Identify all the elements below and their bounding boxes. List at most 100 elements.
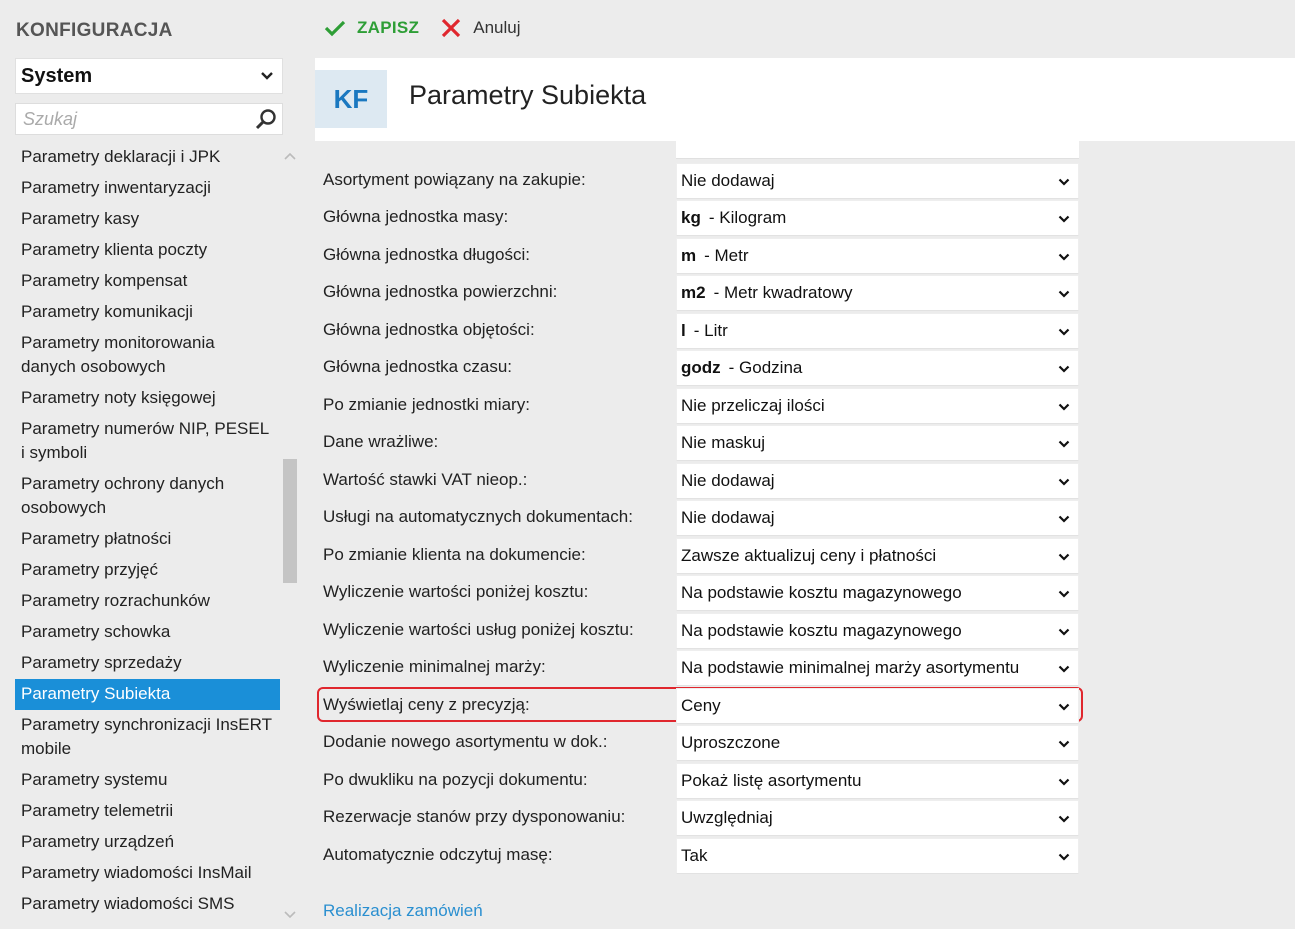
- sidebar-item[interactable]: Parametry wiadomości InsMail: [15, 858, 280, 889]
- chevron-down-icon: [1058, 178, 1070, 186]
- form-row-dropdown[interactable]: Pokaż listę asortymentu: [676, 763, 1079, 799]
- chevron-down-icon: [1058, 553, 1070, 561]
- group-select[interactable]: System: [15, 58, 283, 94]
- sidebar-item[interactable]: Parametry noty księgowej: [15, 383, 280, 414]
- dropdown-value-text: - Litr: [693, 321, 728, 340]
- form-row-dropdown[interactable]: Nie dodawaj: [676, 500, 1079, 536]
- unit-code: kg: [681, 208, 701, 227]
- chevron-down-icon: [1058, 253, 1070, 261]
- dropdown-value-text: - Metr kwadratowy: [713, 283, 853, 302]
- dropdown-value-text: - Kilogram: [708, 208, 787, 227]
- chevron-down-icon: [1058, 590, 1070, 598]
- form-row-dropdown[interactable]: m2 - Metr kwadratowy: [676, 275, 1079, 311]
- chevron-down-icon: [1058, 328, 1070, 336]
- dropdown-value: Nie maskuj: [681, 433, 765, 453]
- form-row-dropdown[interactable]: Uwzględniaj: [676, 800, 1079, 836]
- scroll-down-icon[interactable]: [282, 908, 298, 922]
- save-button[interactable]: ZAPISZ: [315, 16, 419, 40]
- form-row: Wyliczenie minimalnej marży: Na podstawie…: [315, 650, 1295, 686]
- dropdown-value: Uproszczone: [681, 733, 780, 753]
- sidebar-item[interactable]: Parametry klienta poczty: [15, 235, 280, 266]
- search-box: [15, 103, 283, 135]
- chevron-down-icon: [1058, 478, 1070, 486]
- form-row-dropdown[interactable]: Uproszczone: [676, 725, 1079, 761]
- sidebar-item[interactable]: Parametry telemetrii: [15, 796, 280, 827]
- sidebar-item[interactable]: Parametry systemu: [15, 765, 280, 796]
- form-row-label: Wyliczenie wartości usług poniżej kosztu…: [323, 620, 634, 639]
- dropdown-value-text: Nie dodawaj: [681, 508, 775, 527]
- form-row-dropdown[interactable]: Zawsze aktualizuj ceny i płatności: [676, 538, 1079, 574]
- form-row: Główna jednostka powierzchni: m2 - Metr kw…: [315, 275, 1295, 311]
- chevron-down-icon: [1058, 290, 1070, 298]
- dropdown-value: Nie dodawaj: [681, 171, 775, 191]
- sidebar-item[interactable]: Parametry deklaracji i JPK: [15, 142, 280, 173]
- form-row-dropdown[interactable]: Ceny: [676, 688, 1079, 724]
- dropdown-value: Na podstawie kosztu magazynowego: [681, 583, 962, 603]
- form-row-label: Asortyment powiązany na zakupie:: [323, 170, 586, 189]
- form-row: Po zmianie klienta na dokumencie: Zawsze …: [315, 538, 1295, 574]
- chevron-down-icon: [1058, 365, 1070, 373]
- dropdown-value-text: Uwzględniaj: [681, 808, 773, 827]
- sidebar-item[interactable]: Parametry wiadomości SMS: [15, 889, 280, 920]
- form-row: Główna jednostka masy: kg - Kilogram: [315, 200, 1295, 236]
- form-row-label: Główna jednostka długości:: [323, 245, 530, 264]
- form-row-dropdown[interactable]: godz - Godzina: [676, 350, 1079, 386]
- sidebar-item[interactable]: Parametry płatności: [15, 524, 280, 555]
- search-input[interactable]: [16, 104, 236, 134]
- form-row-label: Automatycznie odczytuj masę:: [323, 845, 553, 864]
- form-row-dropdown[interactable]: Nie dodawaj: [676, 463, 1079, 499]
- form-row-dropdown[interactable]: kg - Kilogram: [676, 200, 1079, 236]
- sidebar: KONFIGURACJA System Parametry deklaracji…: [0, 0, 300, 929]
- sidebar-item[interactable]: Parametry schowka: [15, 617, 280, 648]
- sidebar-item[interactable]: Parametry kasy: [15, 204, 280, 235]
- form-row-label: Rezerwacje stanów przy dysponowaniu:: [323, 807, 626, 826]
- scroll-up-icon[interactable]: [282, 149, 298, 163]
- chevron-down-icon: [1058, 703, 1070, 711]
- sidebar-item[interactable]: Parametry urządzeń: [15, 827, 280, 858]
- sidebar-item[interactable]: Parametry ochrony danych osobowych: [15, 469, 280, 524]
- page-title: Parametry Subiekta: [409, 80, 647, 110]
- dropdown-value-text: Zawsze aktualizuj ceny i płatności: [681, 546, 937, 565]
- form-row-dropdown[interactable]: m - Metr: [676, 238, 1079, 274]
- form-row-dropdown[interactable]: Na podstawie kosztu magazynowego: [676, 613, 1079, 649]
- form-row-dropdown[interactable]: Nie maskuj: [676, 425, 1079, 461]
- dropdown-value: m2 - Metr kwadratowy: [681, 283, 852, 303]
- sidebar-item[interactable]: Parametry przyjęć: [15, 555, 280, 586]
- form-row-dropdown[interactable]: Tak: [676, 838, 1079, 874]
- form-row: Po dwukliku na pozycji dokumentu: Pokaż l…: [315, 763, 1295, 799]
- sidebar-item[interactable]: Parametry inwentaryzacji: [15, 173, 280, 204]
- dropdown-value: Na podstawie minimalnej marży asortyment…: [681, 658, 1019, 678]
- section-link-realizacja[interactable]: Realizacja zamówień: [323, 901, 483, 921]
- cut-off-field[interactable]: [676, 141, 1079, 159]
- form-row: Dodanie nowego asortymentu w dok.: Uprosz…: [315, 725, 1295, 761]
- form-row-dropdown[interactable]: l - Litr: [676, 313, 1079, 349]
- form-row: Asortyment powiązany na zakupie: Nie doda…: [315, 163, 1295, 199]
- form-row: Usługi na automatycznych dokumentach: Nie…: [315, 500, 1295, 536]
- sidebar-item[interactable]: Parametry numerów NIP, PESEL i symboli: [15, 414, 280, 469]
- dropdown-value: Uwzględniaj: [681, 808, 773, 828]
- sidebar-item[interactable]: Parametry synchronizacji InsERT mobile: [15, 710, 280, 765]
- form-row-dropdown[interactable]: Na podstawie kosztu magazynowego: [676, 575, 1079, 611]
- sidebar-item[interactable]: Parametry komunikacji: [15, 297, 280, 328]
- cancel-label: Anuluj: [473, 18, 521, 37]
- sidebar-scrollbar-thumb[interactable]: [283, 459, 297, 583]
- sidebar-item[interactable]: Parametry monitorowania danych osobowych: [15, 328, 280, 383]
- search-icon[interactable]: [254, 108, 278, 132]
- form-row: Po zmianie jednostki miary: Nie przelicza…: [315, 388, 1295, 424]
- form-row: Główna jednostka długości: m - Metr: [315, 238, 1295, 274]
- cancel-button[interactable]: Anuluj: [439, 16, 521, 40]
- sidebar-item[interactable]: Parametry sprzedaży: [15, 648, 280, 679]
- module-badge: KF: [315, 70, 387, 128]
- sidebar-item[interactable]: Parametry rozrachunków: [15, 586, 280, 617]
- sidebar-item[interactable]: Parametry kompensat: [15, 266, 280, 297]
- form-row-label: Usługi na automatycznych dokumentach:: [323, 507, 633, 526]
- form-row-dropdown[interactable]: Na podstawie minimalnej marży asortyment…: [676, 650, 1079, 686]
- form-row: Wartość stawki VAT nieop.: Nie dodawaj: [315, 463, 1295, 499]
- close-icon: [442, 18, 461, 38]
- sidebar-item[interactable]: Parametry Subiekta: [15, 679, 280, 710]
- dropdown-value-text: Na podstawie minimalnej marży asortyment…: [681, 658, 1020, 677]
- dropdown-value-text: Uproszczone: [681, 733, 781, 752]
- form-row-dropdown[interactable]: Nie przeliczaj ilości: [676, 388, 1079, 424]
- page-header: KF Parametry Subiekta: [315, 58, 1295, 141]
- form-row-dropdown[interactable]: Nie dodawaj: [676, 163, 1079, 199]
